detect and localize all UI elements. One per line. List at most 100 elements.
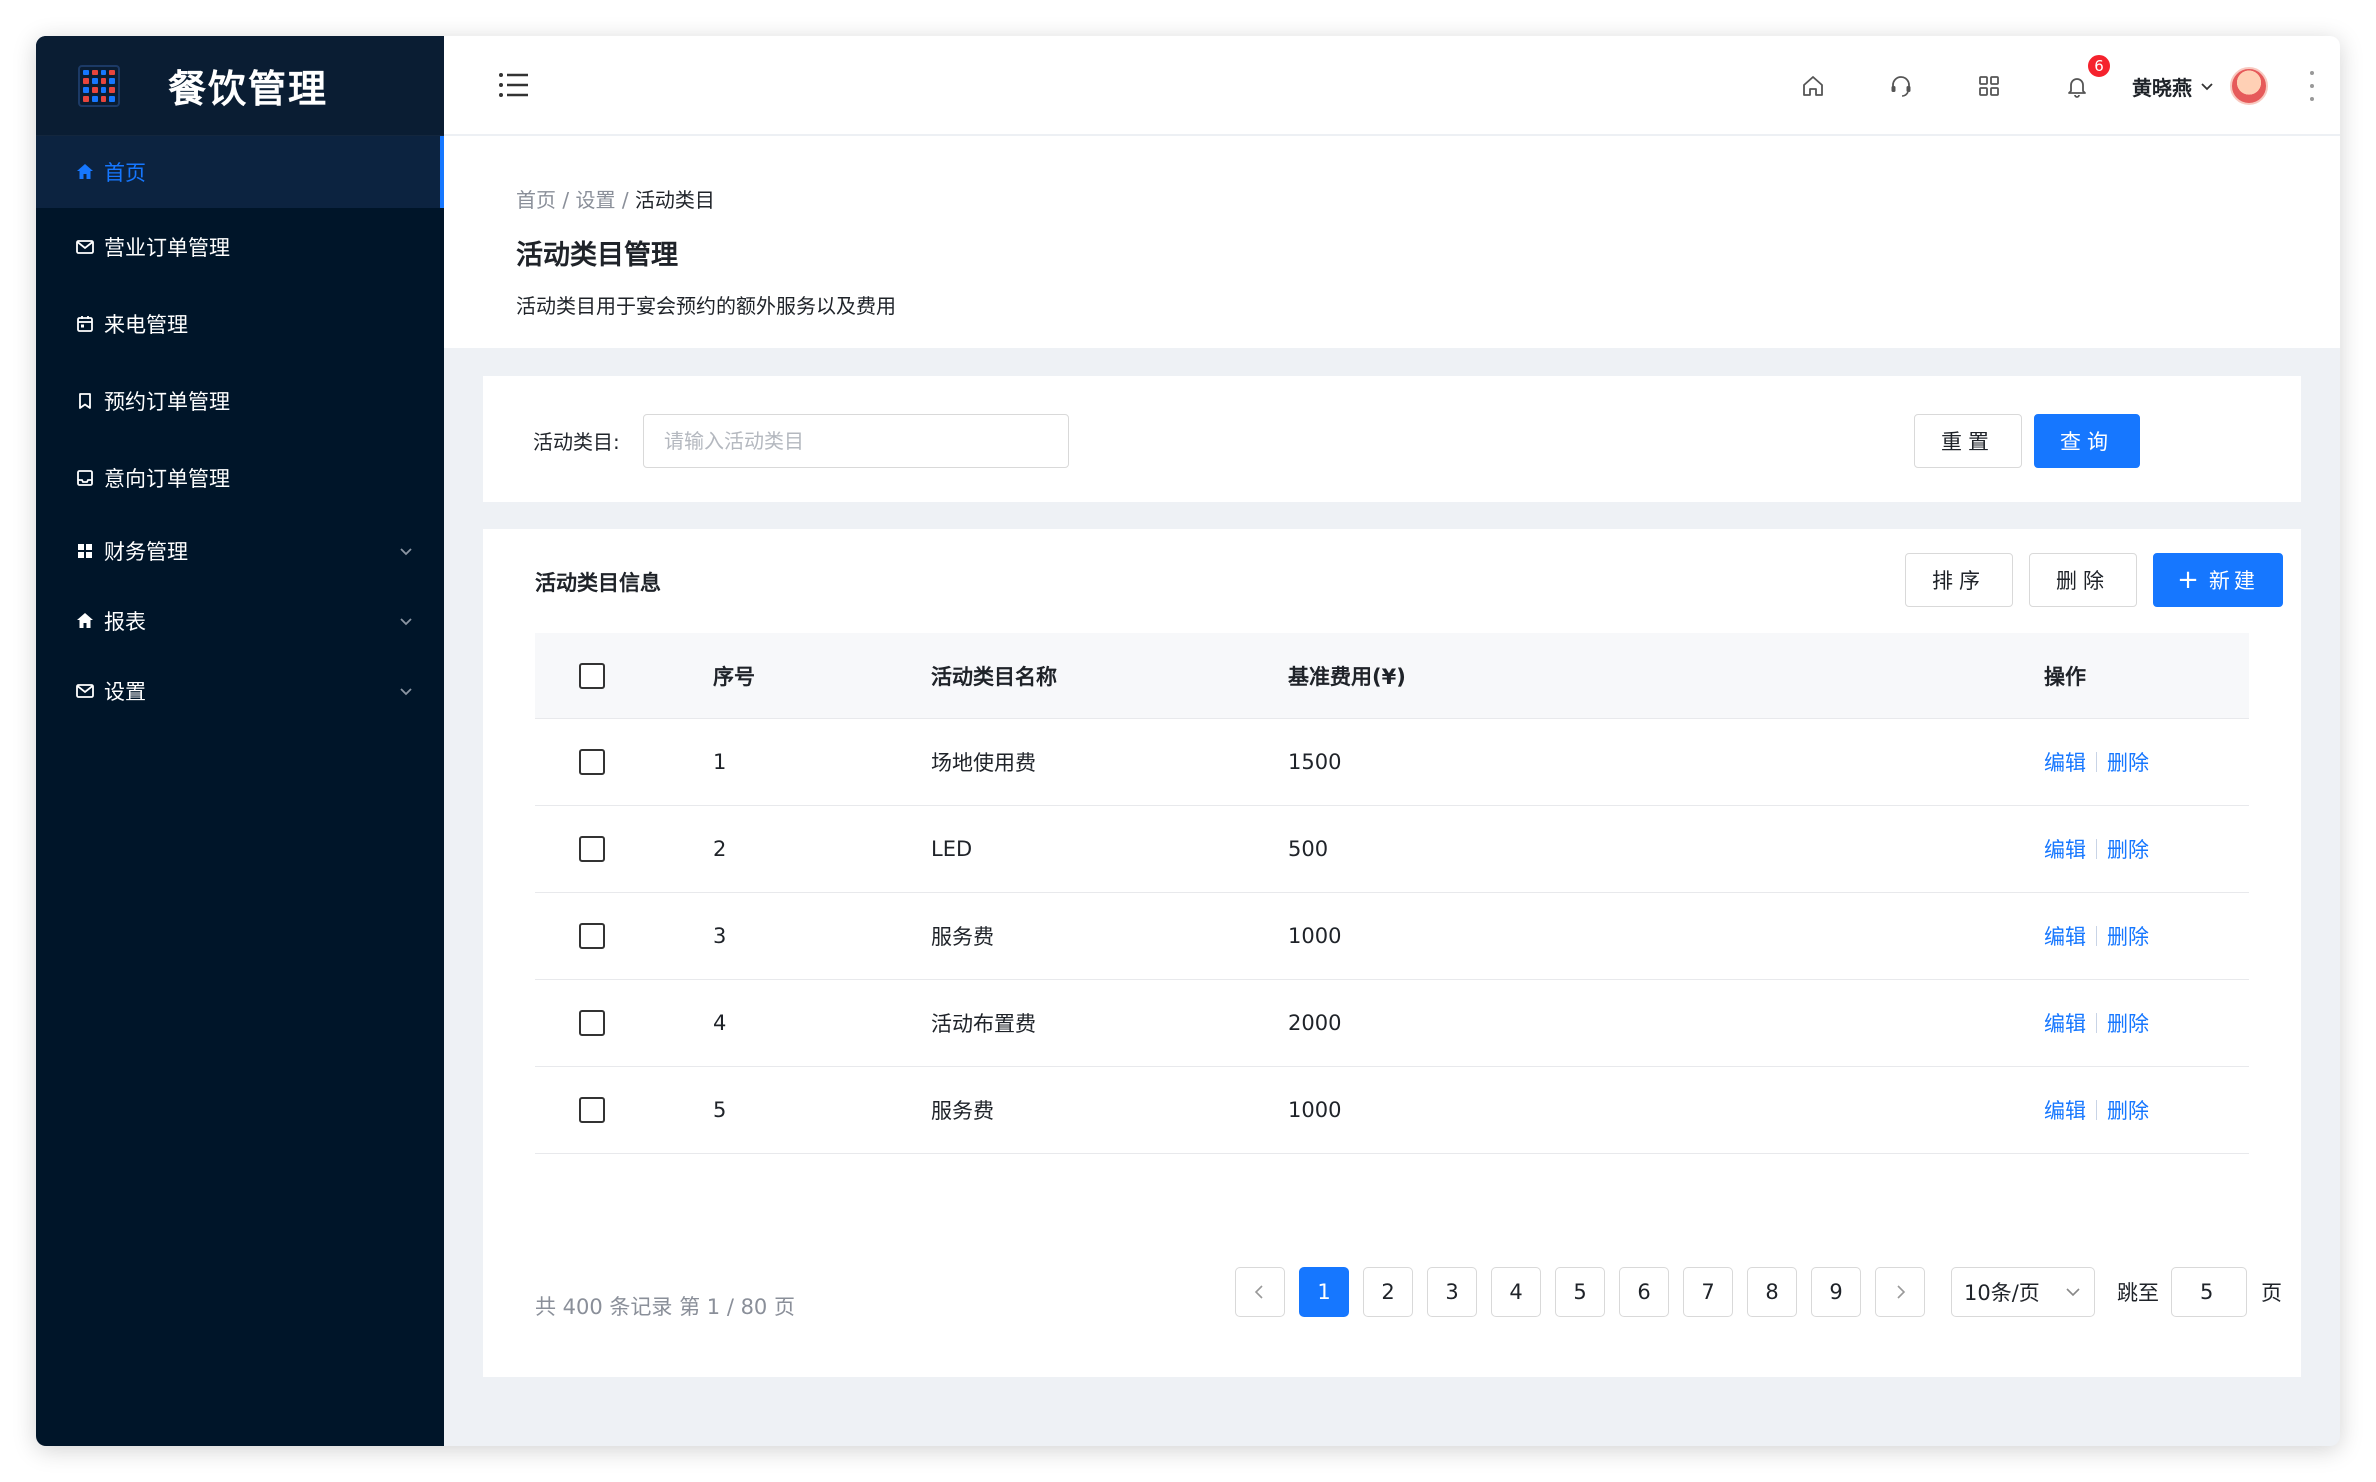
query-button[interactable]: 查询 <box>2034 414 2140 468</box>
row-checkbox[interactable] <box>579 1010 605 1036</box>
jump-page-input[interactable] <box>2171 1267 2247 1317</box>
edit-link[interactable]: 编辑 <box>2044 1008 2086 1038</box>
breadcrumb-current: 活动类目 <box>634 188 715 212</box>
sidebar-item-reservations[interactable]: 预约订单管理 <box>36 362 444 439</box>
table-body: 1 场地使用费 1500 编辑 删除 2 LED 500 编辑 删除 3 服务费 1000 编辑 删除 4 活动… <box>535 719 2249 1154</box>
delete-link[interactable]: 删除 <box>2107 834 2149 864</box>
next-page-button[interactable] <box>1875 1267 1925 1317</box>
logo-icon <box>78 64 120 107</box>
table-row: 2 LED 500 编辑 删除 <box>535 806 2249 893</box>
sidebar-menu: 首页 营业订单管理 来电管理 预约订单管理 意向订单管理 财务管理 报表 设置 <box>36 136 444 726</box>
inbox-icon <box>74 467 96 489</box>
row-checkbox[interactable] <box>579 749 605 775</box>
sidebar-item-label: 预约订单管理 <box>104 389 230 414</box>
bell-icon[interactable]: 6 <box>2062 53 2112 101</box>
select-all-checkbox[interactable] <box>579 662 605 689</box>
delete-link[interactable]: 删除 <box>2107 1008 2149 1038</box>
page-button[interactable]: 8 <box>1747 1267 1797 1317</box>
cell-actions: 编辑 删除 <box>2044 1008 2249 1038</box>
breadcrumb-settings[interactable]: 设置 <box>575 188 615 212</box>
mail-icon <box>74 236 96 258</box>
sidebar-item-label: 来电管理 <box>104 312 188 337</box>
cell-actions: 编辑 删除 <box>2044 747 2249 777</box>
prev-page-button[interactable] <box>1235 1267 1285 1317</box>
home-icon <box>74 161 96 183</box>
edit-link[interactable]: 编辑 <box>2044 921 2086 951</box>
app-window: 餐饮管理 首页 营业订单管理 来电管理 预约订单管理 意向订单管理 财务管理 报… <box>36 36 2340 1446</box>
divider <box>2096 752 2097 772</box>
bookmark-icon <box>74 390 96 412</box>
row-checkbox[interactable] <box>579 836 605 862</box>
sidebar-item-label: 财务管理 <box>104 540 188 564</box>
sidebar-item-calls[interactable]: 来电管理 <box>36 285 444 362</box>
top-icons: 6 黄晓燕 <box>1740 36 2316 136</box>
column-header-name: 活动类目名称 <box>931 664 1057 689</box>
chevron-down-icon <box>400 548 412 556</box>
page-button[interactable]: 6 <box>1619 1267 1669 1317</box>
page-size-select[interactable]: 10条/页 <box>1951 1267 2095 1317</box>
cell-name: 活动布置费 <box>931 1012 1036 1036</box>
sidebar-item-reports[interactable]: 报表 <box>36 586 444 656</box>
cell-fee: 2000 <box>1288 1011 1342 1035</box>
page-button[interactable]: 1 <box>1299 1267 1349 1317</box>
sort-button[interactable]: 排序 <box>1905 553 2013 607</box>
apps-icon[interactable] <box>1974 71 2004 101</box>
headset-icon[interactable] <box>1886 71 1916 101</box>
delete-link[interactable]: 删除 <box>2107 747 2149 777</box>
breadcrumb: 首页 / 设置 / 活动类目 <box>516 184 2340 213</box>
cell-actions: 编辑 删除 <box>2044 921 2249 951</box>
brand: 餐饮管理 <box>36 36 444 136</box>
pagination: 123456789 10条/页 跳至 页 <box>1235 1267 2282 1317</box>
jump-label: 跳至 <box>2117 1281 2159 1305</box>
chevron-right-icon <box>1897 1285 1906 1299</box>
sidebar-item-business-orders[interactable]: 营业订单管理 <box>36 208 444 285</box>
avatar[interactable] <box>2230 67 2268 105</box>
breadcrumb-separator: / <box>621 188 629 212</box>
delete-link[interactable]: 删除 <box>2107 921 2149 951</box>
notification-badge: 6 <box>2086 53 2112 79</box>
edit-link[interactable]: 编辑 <box>2044 747 2086 777</box>
cell-actions: 编辑 删除 <box>2044 834 2249 864</box>
table-row: 3 服务费 1000 编辑 删除 <box>535 893 2249 980</box>
pagination-summary: 共 400 条记录 第 1 / 80 页 <box>535 1295 795 1319</box>
breadcrumb-home[interactable]: 首页 <box>516 188 556 212</box>
cell-no: 3 <box>713 924 727 948</box>
table-row: 5 服务费 1000 编辑 删除 <box>535 1067 2249 1154</box>
page-button[interactable]: 2 <box>1363 1267 1413 1317</box>
row-checkbox[interactable] <box>579 923 605 949</box>
divider <box>2096 926 2097 946</box>
menu-toggle-icon[interactable] <box>498 70 530 100</box>
divider <box>2096 1100 2097 1120</box>
page-button[interactable]: 4 <box>1491 1267 1541 1317</box>
edit-link[interactable]: 编辑 <box>2044 1095 2086 1125</box>
sidebar-item-intent-orders[interactable]: 意向订单管理 <box>36 439 444 516</box>
edit-link[interactable]: 编辑 <box>2044 834 2086 864</box>
chevron-left-icon <box>1254 1285 1263 1299</box>
calendar-icon <box>74 313 96 335</box>
new-button[interactable]: + 新建 <box>2153 553 2283 607</box>
search-label: 活动类目: <box>533 430 620 454</box>
page-button[interactable]: 3 <box>1427 1267 1477 1317</box>
page-button[interactable]: 9 <box>1811 1267 1861 1317</box>
column-header-fee: 基准费用(¥) <box>1288 664 1406 689</box>
page-title: 活动类目管理 <box>516 240 678 271</box>
divider <box>2096 1013 2097 1033</box>
batch-delete-button[interactable]: 删除 <box>2029 553 2137 607</box>
new-button-label: 新建 <box>2208 569 2259 593</box>
more-vertical-icon[interactable] <box>2308 71 2316 101</box>
chevron-down-icon <box>2201 83 2213 91</box>
cell-fee: 1500 <box>1288 750 1342 774</box>
reset-button[interactable]: 重置 <box>1914 414 2022 468</box>
sidebar-item-home[interactable]: 首页 <box>36 136 444 208</box>
home-icon[interactable] <box>1798 71 1828 101</box>
delete-link[interactable]: 删除 <box>2107 1095 2149 1125</box>
page-header: 首页 / 设置 / 活动类目 活动类目管理 活动类目用于宴会预约的额外服务以及费… <box>444 136 2340 348</box>
sidebar-item-label: 设置 <box>104 680 146 704</box>
category-search-input[interactable] <box>643 414 1069 468</box>
row-checkbox[interactable] <box>579 1097 605 1123</box>
page-button[interactable]: 5 <box>1555 1267 1605 1317</box>
sidebar-item-finance[interactable]: 财务管理 <box>36 516 444 586</box>
page-button[interactable]: 7 <box>1683 1267 1733 1317</box>
user-menu[interactable]: 黄晓燕 <box>2132 67 2268 105</box>
sidebar-item-settings[interactable]: 设置 <box>36 656 444 726</box>
